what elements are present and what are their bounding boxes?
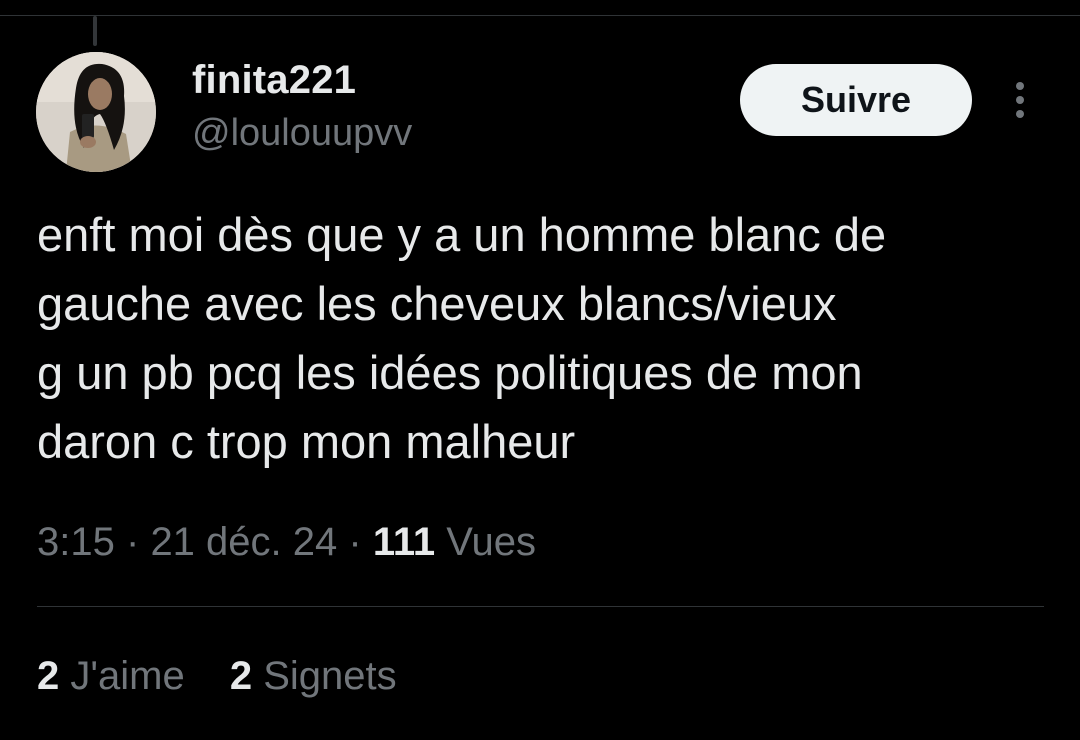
likes-stat[interactable]: 2 J'aime	[37, 654, 185, 698]
tweet-meta: 3:15 · 21 déc. 24 · 111 Vues	[37, 520, 536, 565]
likes-count: 2	[37, 654, 60, 698]
top-divider	[0, 15, 1080, 16]
profile-photo	[36, 52, 156, 172]
views-count: 111	[372, 520, 436, 564]
tweet-stats: 2 J'aime 2 Signets	[37, 654, 397, 699]
tweet-time[interactable]: 3:15	[37, 520, 115, 564]
bookmarks-count: 2	[229, 654, 253, 698]
tweet-text: enft moi dès que y a un homme blanc de g…	[37, 208, 887, 468]
follow-button[interactable]: Suivre	[740, 64, 972, 136]
views-label: Vues	[446, 520, 536, 564]
user-handle[interactable]: @loulouupvv	[192, 112, 412, 155]
avatar[interactable]	[36, 52, 156, 172]
thread-connector-line	[93, 16, 97, 46]
bookmarks-label: Signets	[263, 654, 397, 698]
bookmarks-stat[interactable]: 2 Signets	[230, 654, 397, 698]
display-name[interactable]: finita221	[192, 58, 356, 103]
views[interactable]: 111 Vues	[373, 520, 536, 564]
likes-label: J'aime	[70, 654, 185, 698]
tweet-date[interactable]: 21 déc. 24	[150, 520, 337, 564]
more-options-button[interactable]	[1004, 78, 1036, 122]
meta-separator: ·	[125, 520, 140, 564]
meta-separator: ·	[348, 520, 362, 564]
stats-divider	[37, 606, 1044, 607]
more-vertical-icon	[1016, 82, 1024, 118]
